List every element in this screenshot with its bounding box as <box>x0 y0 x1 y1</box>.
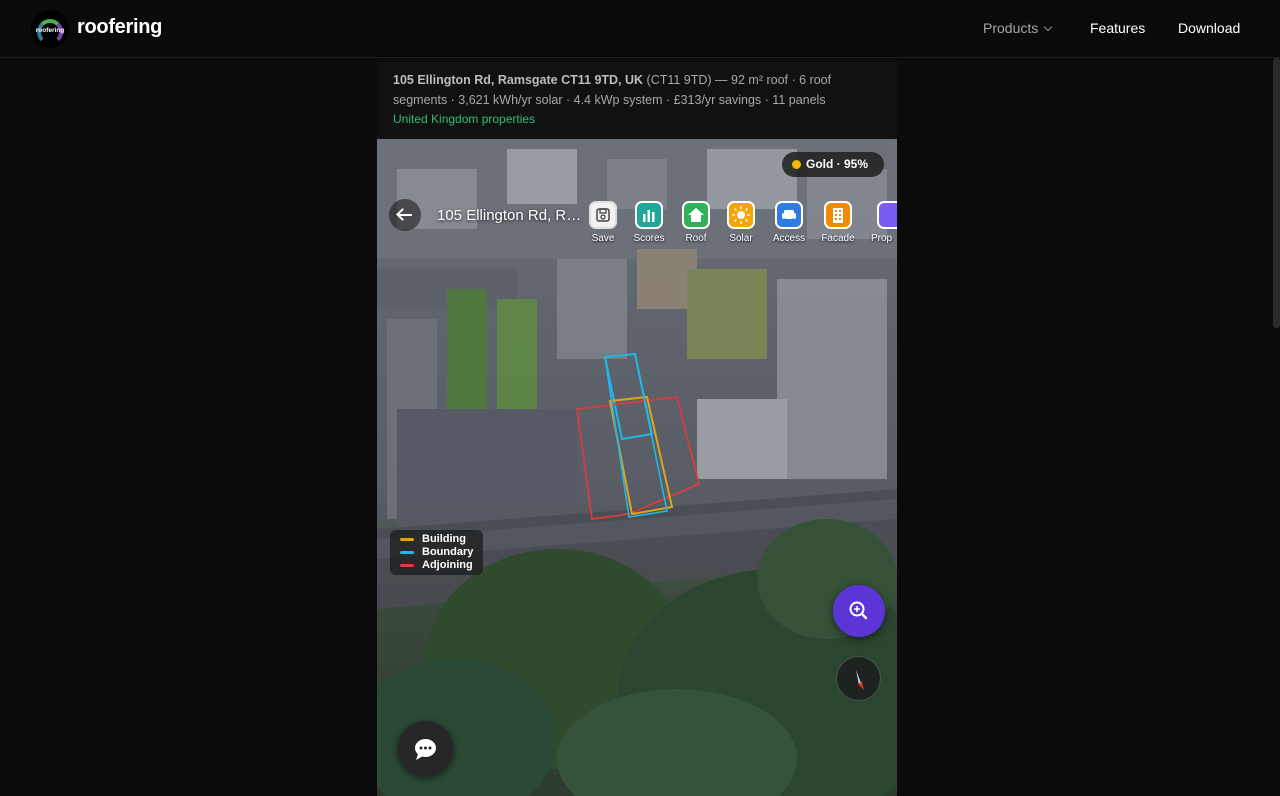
legend-swatch <box>400 551 414 554</box>
nav-download-link[interactable]: Download <box>1178 20 1240 36</box>
property-info-panel: 105 Ellington Rd, Ramsgate CT11 9TD, UK … <box>377 62 897 139</box>
zoom-button[interactable] <box>833 585 885 637</box>
legend-item-adjoining: Adjoining <box>400 559 483 572</box>
tool-save-button[interactable]: Save <box>583 201 623 244</box>
car-icon <box>775 201 803 229</box>
legend-item-building: Building <box>400 533 483 546</box>
back-button[interactable] <box>389 199 421 231</box>
map-address-title: 105 Ellington Rd, Ramsgate CT11 9TD, UK <box>437 207 587 224</box>
legend-label: Boundary <box>422 546 474 558</box>
chat-button[interactable] <box>398 721 453 776</box>
chat-bubble-icon <box>415 739 436 760</box>
tool-roof-button[interactable]: Roof <box>676 201 716 244</box>
compass-icon <box>856 670 864 690</box>
legend-swatch <box>400 538 414 541</box>
bar-chart-icon <box>635 201 663 229</box>
map-legend: Building Boundary Adjoining <box>390 530 483 575</box>
page-scrollbar[interactable] <box>1273 58 1280 328</box>
tool-access-label: Access <box>772 233 806 244</box>
tool-facade-button[interactable]: Facade <box>818 201 858 244</box>
tool-property-button[interactable]: Prop <box>864 201 897 244</box>
arrow-left-head <box>396 208 409 221</box>
logo-mark-text: roofering <box>35 27 65 34</box>
property-icon <box>877 201 897 229</box>
nav-products-label: Products <box>983 20 1039 36</box>
property-summary: 105 Ellington Rd, Ramsgate CT11 9TD, UK … <box>393 71 881 110</box>
building-icon <box>824 201 852 229</box>
quality-badge: Gold · 95% <box>782 152 884 177</box>
compass-button[interactable] <box>836 656 881 701</box>
top-navigation: roofering roofering Products Features Do… <box>0 0 1280 58</box>
save-icon <box>589 201 617 229</box>
home-icon <box>682 201 710 229</box>
tool-property-label: Prop <box>871 233 893 244</box>
nav-products-menu[interactable]: Products <box>983 20 1053 36</box>
tool-scores-label: Scores <box>633 233 665 244</box>
legend-swatch <box>400 564 414 567</box>
tool-save-label: Save <box>591 233 615 244</box>
tool-solar-label: Solar <box>729 233 753 244</box>
chevron-down-icon <box>1044 22 1053 32</box>
brand-name[interactable]: roofering <box>77 16 162 39</box>
aerial-3d-map[interactable]: Gold · 95% 105 Ellington Rd, Ramsgate CT… <box>377 139 897 796</box>
region-link[interactable]: United Kingdom properties <box>393 110 881 128</box>
zoom-in-icon <box>849 601 868 620</box>
tool-scores-button[interactable]: Scores <box>629 201 669 244</box>
legend-label: Building <box>422 533 466 545</box>
tool-solar-button[interactable]: Solar <box>721 201 761 244</box>
gold-dot-icon <box>792 160 801 169</box>
roofering-logo-icon[interactable]: roofering <box>31 10 69 48</box>
nav-features-link[interactable]: Features <box>1090 20 1145 36</box>
quality-badge-label: Gold · 95% <box>806 157 869 171</box>
sun-icon <box>727 201 755 229</box>
tool-roof-label: Roof <box>685 233 707 244</box>
legend-item-boundary: Boundary <box>400 546 483 559</box>
tool-facade-label: Facade <box>821 233 855 244</box>
property-address: 105 Ellington Rd, Ramsgate CT11 9TD, UK <box>393 73 644 87</box>
tool-access-button[interactable]: Access <box>769 201 809 244</box>
legend-label: Adjoining <box>422 559 473 571</box>
